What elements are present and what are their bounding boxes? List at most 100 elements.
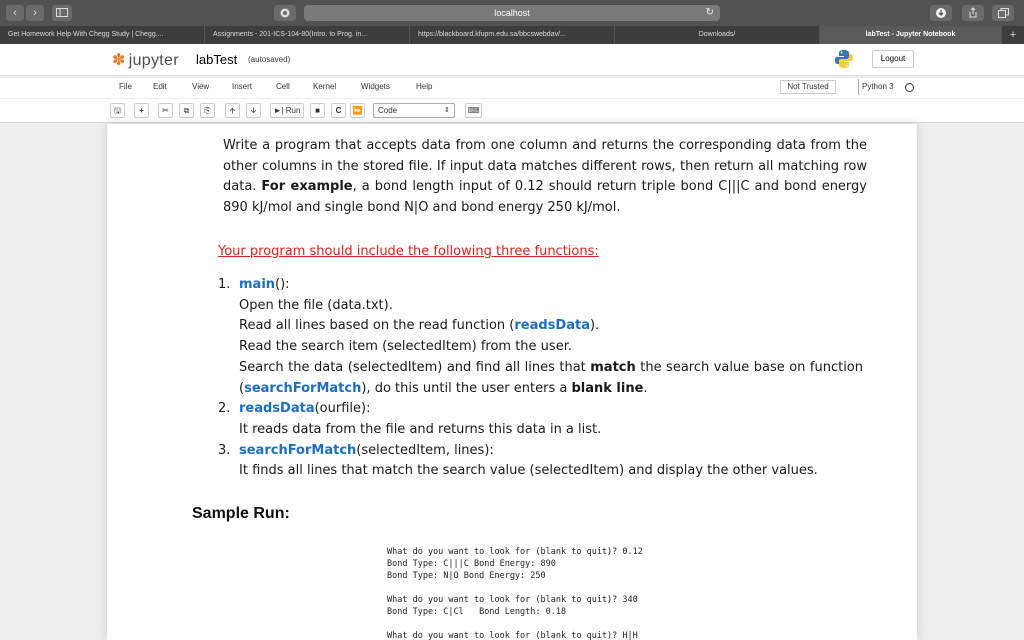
function-name-searchformatch: searchForMatch (239, 442, 357, 458)
notebook-name[interactable]: labTest (196, 52, 237, 67)
new-tab-button[interactable]: + (1002, 26, 1024, 44)
menu-view[interactable]: View (192, 82, 209, 91)
cell-type-select[interactable]: Code ⇕ (373, 103, 455, 118)
intro-for-example: For example (261, 179, 353, 195)
python-logo-icon (835, 50, 853, 68)
tabs-icon (997, 8, 1009, 18)
sidebar-toggle-button[interactable] (52, 5, 72, 21)
scissors-icon: ✂ (162, 106, 169, 115)
requirements-heading: Your program should include the followin… (218, 244, 599, 259)
sample-run-heading: Sample Run: (192, 505, 290, 522)
kernel-divider (858, 79, 859, 95)
paste-button[interactable]: ⎘ (200, 103, 215, 118)
list-item-detail: Read all lines based on the read functio… (218, 316, 863, 337)
notebook-toolbar (0, 99, 1024, 123)
command-palette-button[interactable]: ⌨ (465, 103, 482, 118)
copy-button[interactable]: ⧉ (179, 103, 194, 118)
kernel-name: Python 3 (862, 82, 894, 91)
tabs-overview-button[interactable] (992, 5, 1014, 21)
stop-icon: ■ (315, 106, 320, 115)
function-signature: (ourfile): (314, 401, 371, 417)
list-item-searchformatch: 3. searchForMatch(selectedItem, lines): (218, 441, 863, 462)
extension-button[interactable] (274, 5, 296, 21)
jupyter-logo-icon: ✽ (112, 52, 126, 69)
list-item-detail: Search the data (selectedItem) and find … (218, 358, 863, 399)
sample-output-line: What do you want to look for (blank to q… (387, 595, 638, 605)
jupyter-logo-text: jupyter (128, 52, 179, 69)
forward-button[interactable]: › (26, 5, 44, 21)
list-item-readsdata: 2. readsData(ourfile): (218, 399, 863, 420)
interrupt-button[interactable]: ■ (310, 103, 325, 118)
menu-cell[interactable]: Cell (276, 82, 290, 91)
keyboard-icon: ⌨ (467, 106, 480, 115)
menu-kernel[interactable]: Kernel (313, 82, 336, 91)
run-icon: ►| (273, 106, 284, 115)
sample-output-line: Bond Type: C|Cl Bond Length: 0.18 (387, 607, 567, 617)
paste-icon: ⎘ (204, 106, 211, 115)
function-signature: (): (275, 277, 290, 292)
plus-icon: + (139, 106, 144, 115)
menu-insert[interactable]: Insert (232, 82, 252, 91)
insert-cell-button[interactable]: + (134, 103, 149, 118)
function-signature: (selectedItem, lines): (356, 442, 494, 458)
downloads-button[interactable] (930, 5, 952, 21)
save-button[interactable]: 🖫 (110, 103, 125, 118)
list-item-detail: It reads data from the file and returns … (239, 421, 602, 437)
list-number: 1. (218, 277, 231, 292)
detail-text: Search the data (selectedItem) and find … (239, 359, 591, 375)
run-label: Run (285, 106, 301, 115)
function-name-readsdata: readsData (239, 401, 315, 417)
sample-output-line: What do you want to look for (blank to q… (387, 547, 643, 557)
kernel-idle-icon (905, 83, 914, 92)
tab-jupyter[interactable]: labTest - Jupyter Notebook (820, 26, 1002, 44)
list-item-detail: It finds all lines that match the search… (239, 463, 818, 479)
restart-run-all-button[interactable]: ⏩ (350, 103, 365, 118)
restart-button[interactable]: C (331, 103, 346, 118)
sidebar-icon (56, 8, 68, 17)
menu-edit[interactable]: Edit (153, 82, 167, 91)
restart-icon: C (335, 106, 342, 115)
tab-assignments[interactable]: Assignments - 201-ICS-104-80(Intro. to P… (205, 26, 410, 44)
address-bar[interactable]: localhost ↻ (304, 5, 720, 21)
menu-file[interactable]: File (119, 82, 132, 91)
list-number: 3. (218, 442, 231, 458)
sample-output-line: Bond Type: N|O Bond Energy: 250 (387, 571, 546, 581)
extension-icon (280, 8, 290, 18)
list-item-main: 1. main(): (218, 275, 863, 296)
detail-text: ), do this until the user enters a (361, 380, 572, 396)
menu-widgets[interactable]: Widgets (361, 82, 390, 91)
arrow-up-icon: 🡩 (229, 106, 236, 115)
detail-text: ). (589, 318, 600, 334)
function-list: 1. main(): Open the file (data.txt). Read… (218, 275, 863, 482)
jupyter-logo[interactable]: ✽ jupyter (112, 50, 179, 70)
move-up-button[interactable]: 🡩 (225, 103, 240, 118)
cut-button[interactable]: ✂ (158, 103, 173, 118)
address-text: localhost (494, 8, 530, 18)
run-button[interactable]: ►| Run (270, 103, 304, 118)
share-icon (969, 7, 977, 18)
tab-downloads[interactable]: Downloads/ (615, 26, 820, 44)
tab-blackboard[interactable]: https://blackboard.kfupm.edu.sa/bbcswebd… (410, 26, 615, 44)
tab-bar: Get Homework Help With Chegg Study | Che… (0, 26, 1024, 44)
logout-button[interactable]: Logout (872, 50, 914, 68)
list-item-detail: Read the search item (selectedItem) from… (239, 339, 572, 355)
detail-text: . (643, 380, 648, 396)
cell-type-value: Code (378, 106, 398, 115)
function-name-main: main (239, 277, 276, 292)
reload-icon[interactable]: ↻ (706, 5, 714, 21)
save-icon: 🖫 (114, 106, 121, 115)
browser-titlebar: ‹ › localhost ↻ (0, 0, 1024, 26)
menu-help[interactable]: Help (416, 82, 432, 91)
share-button[interactable] (962, 5, 984, 21)
tab-chegg[interactable]: Get Homework Help With Chegg Study | Che… (0, 26, 205, 44)
download-icon (936, 8, 946, 18)
sample-output-line: What do you want to look for (blank to q… (387, 631, 638, 640)
list-number: 2. (218, 401, 231, 417)
back-button[interactable]: ‹ (6, 5, 24, 21)
trust-status-button[interactable]: Not Trusted (780, 80, 836, 94)
move-down-button[interactable]: 🡫 (246, 103, 261, 118)
detail-text: Read all lines based on the read functio… (239, 318, 515, 334)
detail-bold-blank-line: blank line (571, 380, 644, 396)
intro-paragraph: Write a program that accepts data from o… (223, 136, 867, 219)
jupyter-header: ✽ jupyter labTest (autosaved) (0, 44, 1024, 76)
